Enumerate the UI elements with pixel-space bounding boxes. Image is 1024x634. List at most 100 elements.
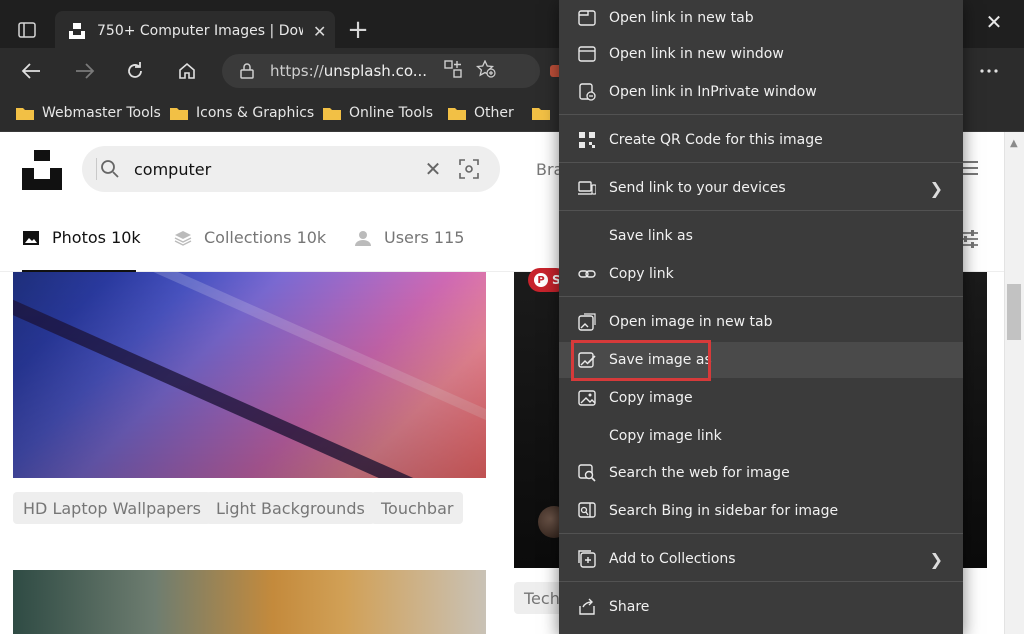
url-host: unsplash.co...	[323, 62, 428, 80]
bookmark-folder-partial[interactable]	[532, 102, 558, 124]
search-result-image-sweater[interactable]	[13, 570, 486, 634]
folder-icon	[16, 108, 34, 120]
tab-title: 750+ Computer Images | Download	[97, 23, 303, 39]
menu-search-web-image[interactable]: Search the web for image	[559, 455, 963, 491]
bookmark-icons-graphics[interactable]: Icons & Graphics	[170, 102, 314, 124]
tab-photos[interactable]: Photos 10k	[22, 228, 141, 272]
browser-tab-active[interactable]: 750+ Computer Images | Download ✕	[55, 11, 335, 51]
image-shade	[13, 272, 486, 478]
new-tab-button[interactable]: +	[346, 15, 370, 45]
tag-chip[interactable]: Touchbar	[371, 492, 464, 524]
menu-search-bing-sidebar[interactable]: Search Bing in sidebar for image	[559, 493, 963, 529]
menu-create-qr-code[interactable]: Create QR Code for this image	[559, 122, 963, 158]
bookmark-webmaster-tools[interactable]: Webmaster Tools	[16, 102, 161, 124]
menu-separator	[559, 296, 963, 297]
folder-icon	[448, 108, 466, 120]
menu-separator	[559, 210, 963, 211]
tab-actions-button[interactable]	[14, 18, 40, 42]
tag-chip[interactable]: Light Backgrounds	[206, 492, 375, 524]
search-divider	[96, 158, 97, 180]
tab-label: Collections 10k	[204, 228, 327, 247]
address-url: https://unsplash.co...	[270, 62, 430, 80]
chevron-right-icon: ❯	[929, 550, 943, 569]
qr-code-icon	[577, 130, 597, 150]
image-new-tab-icon	[577, 312, 597, 332]
menu-label: Open link in InPrivate window	[609, 84, 817, 100]
search-result-image-laptop[interactable]	[13, 272, 486, 478]
context-menu: Open link in new tab Open link in new wi…	[559, 0, 963, 634]
menu-copy-link[interactable]: Copy link	[559, 256, 963, 292]
url-scheme: https://	[270, 62, 324, 80]
tab-close-icon[interactable]: ✕	[313, 22, 326, 41]
blank-icon	[577, 226, 597, 246]
search-input[interactable]: computer	[134, 160, 374, 179]
tab-users[interactable]: Users 115	[354, 228, 464, 247]
menu-label: Send link to your devices	[609, 180, 786, 196]
bookmark-label: Other	[474, 105, 514, 121]
users-icon	[355, 230, 371, 246]
menu-copy-image[interactable]: Copy image	[559, 380, 963, 416]
menu-add-to-collections[interactable]: Add to Collections ❯	[559, 541, 963, 577]
more-options-icon[interactable]	[976, 58, 1002, 84]
blank-icon	[577, 426, 597, 446]
page-scrollbar[interactable]: ▲	[1004, 132, 1024, 634]
collections-stack-icon	[174, 230, 192, 246]
menu-open-link-new-tab[interactable]: Open link in new tab	[559, 0, 963, 36]
scroll-thumb[interactable]	[1007, 284, 1021, 340]
tab-collections[interactable]: Collections 10k	[174, 228, 326, 247]
pinterest-icon: P	[534, 273, 548, 287]
window-close-button[interactable]: ✕	[980, 10, 1008, 34]
annotation-highlight-box	[571, 340, 711, 381]
menu-label: Add to Collections	[609, 551, 736, 567]
home-button[interactable]	[174, 58, 200, 84]
unsplash-favicon-icon	[67, 21, 87, 41]
menu-copy-image-link[interactable]: Copy image link	[559, 418, 963, 454]
menu-open-link-inprivate[interactable]: Open link in InPrivate window	[559, 74, 963, 110]
menu-share[interactable]: Share	[559, 589, 963, 625]
menu-separator	[559, 114, 963, 115]
bookmark-label: Webmaster Tools	[42, 105, 161, 121]
menu-label: Copy image	[609, 390, 693, 406]
tab-label: Photos 10k	[52, 228, 141, 247]
menu-label: Search the web for image	[609, 465, 790, 481]
menu-label: Open link in new tab	[609, 10, 754, 26]
copy-image-icon	[577, 388, 597, 408]
back-button[interactable]	[18, 58, 44, 84]
menu-label: Copy link	[609, 266, 674, 282]
menu-label: Open image in new tab	[609, 314, 773, 330]
menu-open-image-new-tab[interactable]: Open image in new tab	[559, 304, 963, 340]
menu-label: Search Bing in sidebar for image	[609, 503, 839, 519]
lock-icon[interactable]	[238, 63, 256, 79]
scroll-up-icon[interactable]: ▲	[1010, 138, 1020, 149]
menu-label: Save link as	[609, 228, 693, 244]
folder-icon	[532, 108, 550, 120]
app-available-icon[interactable]	[444, 60, 462, 82]
collections-icon	[577, 549, 597, 569]
inprivate-icon	[577, 82, 597, 102]
bing-sidebar-icon	[577, 501, 597, 521]
menu-send-link-devices[interactable]: Send link to your devices ❯	[559, 170, 963, 206]
search-box[interactable]: computer ✕	[82, 146, 500, 192]
bookmark-label: Icons & Graphics	[196, 105, 315, 121]
unsplash-logo[interactable]	[22, 150, 62, 190]
share-icon	[577, 597, 597, 617]
address-bar[interactable]: https://unsplash.co...	[222, 54, 540, 88]
new-tab-icon	[577, 8, 597, 28]
menu-open-link-new-window[interactable]: Open link in new window	[559, 36, 963, 72]
add-favorite-icon[interactable]	[475, 59, 496, 82]
bookmark-online-tools[interactable]: Online Tools	[323, 102, 433, 124]
clear-search-icon[interactable]: ✕	[422, 157, 444, 181]
menu-separator	[559, 581, 963, 582]
forward-button[interactable]	[72, 58, 98, 84]
visual-search-icon[interactable]	[458, 158, 480, 180]
window-icon	[577, 44, 597, 64]
refresh-button[interactable]	[122, 58, 148, 84]
tag-chip[interactable]: HD Laptop Wallpapers	[13, 492, 211, 524]
bookmark-other[interactable]: Other	[448, 102, 514, 124]
menu-label: Copy image link	[609, 428, 722, 444]
tab-label: Users 115	[384, 228, 465, 247]
search-icon	[101, 160, 119, 178]
menu-label: Share	[609, 599, 650, 615]
menu-separator	[559, 533, 963, 534]
menu-save-link-as[interactable]: Save link as	[559, 218, 963, 254]
